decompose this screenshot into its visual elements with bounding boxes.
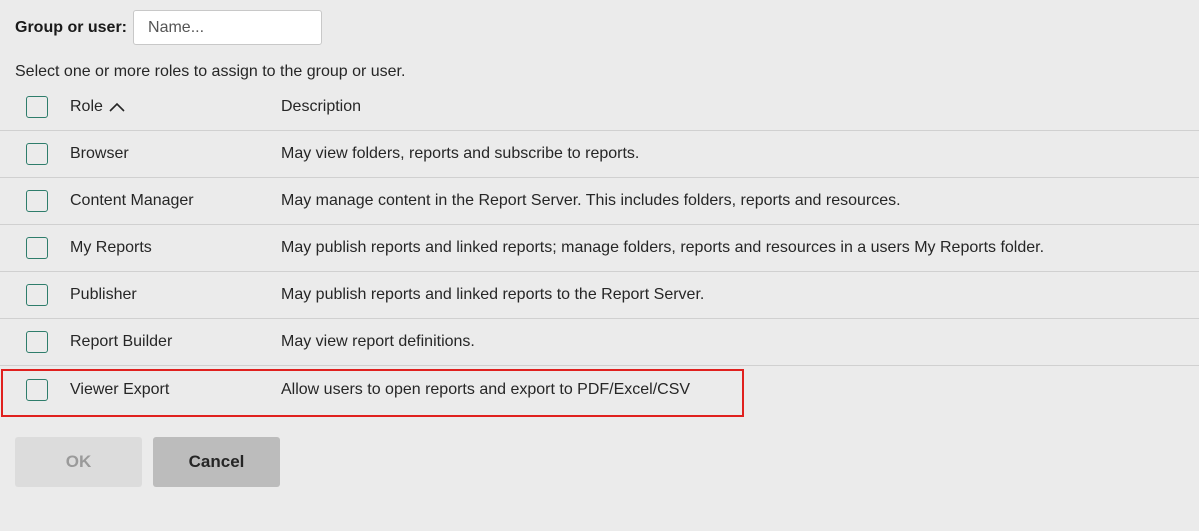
role-name: Content Manager — [70, 192, 194, 209]
table-row-my-reports: My Reports May publish reports and linke… — [0, 225, 1199, 272]
role-description: May publish reports and linked reports t… — [281, 286, 705, 303]
role-name: Browser — [70, 145, 129, 162]
table-row-browser: Browser May view folders, reports and su… — [0, 131, 1199, 178]
role-checkbox-viewer-export[interactable] — [26, 378, 48, 401]
table-row-content-manager: Content Manager May manage content in th… — [0, 178, 1199, 225]
role-checkbox-browser[interactable] — [26, 143, 48, 165]
role-description: May publish reports and linked reports; … — [281, 239, 1045, 256]
role-name: Report Builder — [70, 333, 173, 350]
chevron-up-icon — [109, 101, 125, 113]
role-checkbox-report-builder[interactable] — [26, 331, 48, 353]
table-row-report-builder: Report Builder May view report definitio… — [0, 319, 1199, 366]
role-description: May view report definitions. — [281, 333, 475, 350]
role-column-header[interactable]: Role — [70, 98, 125, 116]
role-description: May view folders, reports and subscribe … — [281, 145, 640, 162]
select-all-checkbox[interactable] — [26, 96, 48, 118]
cancel-button[interactable]: Cancel — [153, 437, 280, 487]
role-description: Allow users to open reports and export t… — [281, 380, 691, 398]
instructions-text: Select one or more roles to assign to th… — [15, 63, 406, 80]
role-description: May manage content in the Report Server.… — [281, 192, 901, 209]
table-row-publisher: Publisher May publish reports and linked… — [0, 272, 1199, 319]
table-row-viewer-export: Viewer Export Allow users to open report… — [0, 366, 1199, 413]
role-name: Publisher — [70, 286, 137, 303]
role-checkbox-my-reports[interactable] — [26, 237, 48, 259]
role-name: Viewer Export — [70, 380, 170, 398]
group-or-user-row: Group or user: — [15, 10, 323, 45]
table-header-row: Role Description — [0, 84, 1199, 131]
role-checkbox-publisher[interactable] — [26, 284, 48, 306]
ok-button[interactable]: OK — [15, 437, 142, 487]
assign-roles-page: Group or user: Select one or more roles … — [0, 0, 1199, 531]
role-name: My Reports — [70, 239, 152, 256]
role-header-label: Role — [70, 98, 103, 115]
group-or-user-label: Group or user: — [15, 18, 128, 36]
role-checkbox-content-manager[interactable] — [26, 190, 48, 212]
roles-table: Role Description Browser May view folder… — [0, 84, 1199, 413]
action-buttons: OK Cancel — [15, 437, 280, 487]
description-column-header: Description — [281, 98, 362, 115]
group-or-user-input[interactable] — [133, 10, 323, 45]
